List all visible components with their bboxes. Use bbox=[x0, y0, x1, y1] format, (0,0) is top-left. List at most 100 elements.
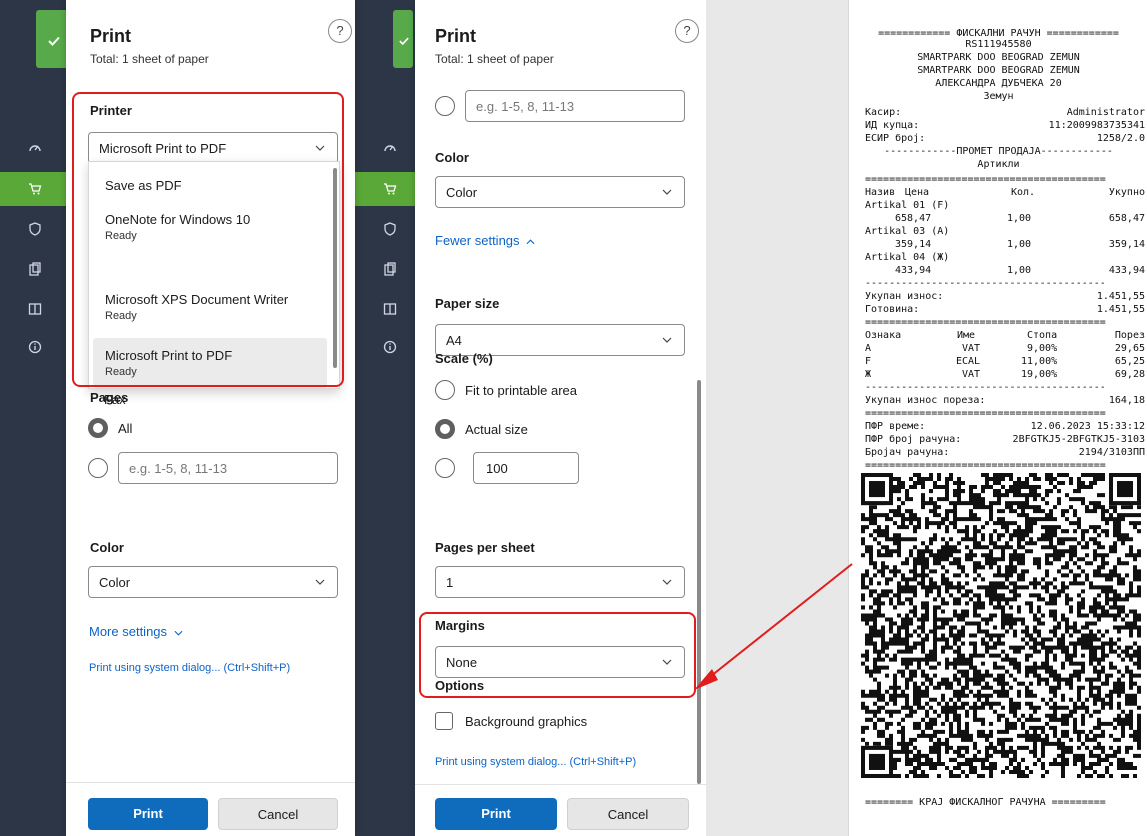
chevron-down-icon bbox=[662, 337, 672, 343]
pfr-number-value: 2BFGTKJ5-2BFGTKJ5-3103 bbox=[1012, 434, 1145, 445]
chevron-up-icon bbox=[526, 239, 535, 245]
app-logo-2 bbox=[393, 10, 413, 68]
print-button[interactable]: Print bbox=[435, 798, 557, 830]
tax-col-code: Ознака bbox=[865, 330, 902, 341]
col-total: Укупно bbox=[1108, 187, 1145, 198]
esir-label: ЕСИР број: bbox=[865, 133, 926, 144]
col-name: Назив bbox=[865, 187, 896, 198]
col-qty: Кол. bbox=[1011, 187, 1036, 198]
info-icon[interactable] bbox=[0, 330, 66, 364]
cancel-button[interactable]: Cancel bbox=[218, 798, 338, 830]
scale-fit-label: Fit to printable area bbox=[465, 383, 578, 398]
receipt-line: SMARTPARK DOO BEOGRAD ZEMUN bbox=[917, 52, 1080, 63]
cart-icon-2[interactable] bbox=[355, 172, 415, 206]
qr-code bbox=[861, 473, 1141, 778]
paper-size-label: Paper size bbox=[435, 296, 500, 311]
tax-col-name: Име bbox=[957, 330, 976, 341]
item-total: 359,14 bbox=[1108, 239, 1145, 250]
more-settings-label: More settings bbox=[89, 624, 168, 639]
margins-highlight bbox=[419, 612, 696, 698]
separator: ======================================== bbox=[865, 460, 1106, 471]
tax-name: VAT bbox=[962, 343, 981, 354]
printer-option[interactable]: Fax bbox=[92, 393, 326, 405]
tax-rate: 19,00% bbox=[1021, 369, 1058, 380]
item-name: Artikal 03 (A) bbox=[865, 226, 950, 237]
panel-title: Print bbox=[90, 26, 132, 46]
help-icon[interactable]: ? bbox=[328, 19, 352, 43]
scale-fit-radio[interactable] bbox=[435, 380, 455, 400]
scale-actual-radio[interactable] bbox=[435, 419, 455, 439]
item-price: 658,47 bbox=[895, 213, 932, 224]
speed-icon-2[interactable] bbox=[355, 131, 415, 165]
cash-label: Готовина: bbox=[865, 304, 920, 315]
print-panel-right: Print Total: 1 sheet of paper ? e.g. 1-5… bbox=[415, 0, 706, 836]
clipboard-icon[interactable] bbox=[0, 252, 66, 286]
sale-header: ------------ПРОМЕТ ПРОДАЈА------------ bbox=[884, 146, 1113, 157]
info-icon-2[interactable] bbox=[355, 330, 415, 364]
col-price: Цена bbox=[905, 187, 930, 198]
cash-value: 1.451,55 bbox=[1096, 304, 1145, 315]
pages-per-sheet-select[interactable]: 1 bbox=[435, 566, 685, 598]
counter-value: 2194/3103ПП bbox=[1078, 447, 1145, 458]
background-graphics-checkbox[interactable] bbox=[435, 712, 453, 730]
item-price: 433,94 bbox=[895, 265, 932, 276]
help-icon[interactable]: ? bbox=[675, 19, 699, 43]
pages-per-sheet-label: Pages per sheet bbox=[435, 540, 535, 555]
fewer-settings-label: Fewer settings bbox=[435, 233, 520, 248]
scale-actual-label: Actual size bbox=[465, 422, 528, 437]
separator: ---------------------------------------- bbox=[865, 278, 1106, 289]
shield-icon-2[interactable] bbox=[355, 212, 415, 246]
buyer-label: ИД купца: bbox=[865, 120, 920, 131]
tax-total-label: Укупан износ пореза: bbox=[865, 395, 986, 406]
cancel-button[interactable]: Cancel bbox=[567, 798, 689, 830]
scale-custom-radio[interactable] bbox=[435, 458, 455, 478]
printer-option-name: Fax bbox=[104, 393, 126, 405]
tax-name: VAT bbox=[962, 369, 981, 380]
footer-divider bbox=[66, 782, 355, 783]
book-icon-2[interactable] bbox=[355, 292, 415, 326]
fewer-settings-link[interactable]: Fewer settings bbox=[435, 233, 535, 248]
tax-rate: 11,00% bbox=[1021, 356, 1058, 367]
color-select[interactable]: Color bbox=[88, 566, 338, 598]
pages-all-radio[interactable] bbox=[88, 418, 108, 438]
articles-heading: Артикли bbox=[977, 159, 1020, 170]
cart-icon[interactable] bbox=[0, 172, 66, 206]
panel-title: Print bbox=[435, 26, 477, 46]
tax-code: A bbox=[865, 343, 872, 354]
chevron-down-icon bbox=[174, 630, 183, 636]
pages-range-input[interactable]: e.g. 1-5, 8, 11-13 bbox=[465, 90, 685, 122]
item-total: 433,94 bbox=[1108, 265, 1145, 276]
color-label: Color bbox=[435, 150, 469, 165]
app-background-middle bbox=[355, 0, 415, 836]
tax-code: F bbox=[865, 356, 872, 367]
chevron-down-icon bbox=[315, 579, 325, 585]
receipt-line: АЛЕКСАНДРА ДУБЧЕКА 20 bbox=[935, 78, 1062, 89]
color-select-value: Color bbox=[99, 575, 131, 590]
separator: ---------------------------------------- bbox=[865, 382, 1106, 393]
tax-rate: 9,00% bbox=[1027, 343, 1058, 354]
pages-per-sheet-value: 1 bbox=[446, 575, 454, 590]
panel-subtitle: Total: 1 sheet of paper bbox=[90, 52, 209, 66]
speed-icon[interactable] bbox=[0, 131, 66, 165]
total-value: 1.451,55 bbox=[1096, 291, 1145, 302]
system-dialog-link[interactable]: Print using system dialog... (Ctrl+Shift… bbox=[435, 756, 636, 768]
cashier-label: Касир: bbox=[865, 107, 902, 118]
receipt-header: ============ ФИСКАЛНИ РАЧУН ============ bbox=[878, 28, 1119, 39]
clipboard-icon-2[interactable] bbox=[355, 252, 415, 286]
scale-input[interactable]: 100 bbox=[473, 452, 579, 484]
print-button[interactable]: Print bbox=[88, 798, 208, 830]
annotation-arrow bbox=[694, 563, 853, 690]
color-select[interactable]: Color bbox=[435, 176, 685, 208]
item-qty: 1,00 bbox=[1007, 213, 1032, 224]
more-settings-link[interactable]: More settings bbox=[89, 624, 183, 639]
chevron-down-icon bbox=[662, 579, 672, 585]
separator: ======================================== bbox=[865, 317, 1106, 328]
book-icon[interactable] bbox=[0, 292, 66, 326]
pages-custom-radio[interactable] bbox=[88, 458, 108, 478]
tax-col-tax: Порез bbox=[1114, 330, 1145, 341]
pages-custom-radio[interactable] bbox=[435, 96, 455, 116]
pages-range-input[interactable]: e.g. 1-5, 8, 11-13 bbox=[118, 452, 338, 484]
system-dialog-link[interactable]: Print using system dialog... (Ctrl+Shift… bbox=[89, 662, 290, 674]
receipt-line: Земун bbox=[983, 91, 1014, 102]
shield-icon[interactable] bbox=[0, 212, 66, 246]
